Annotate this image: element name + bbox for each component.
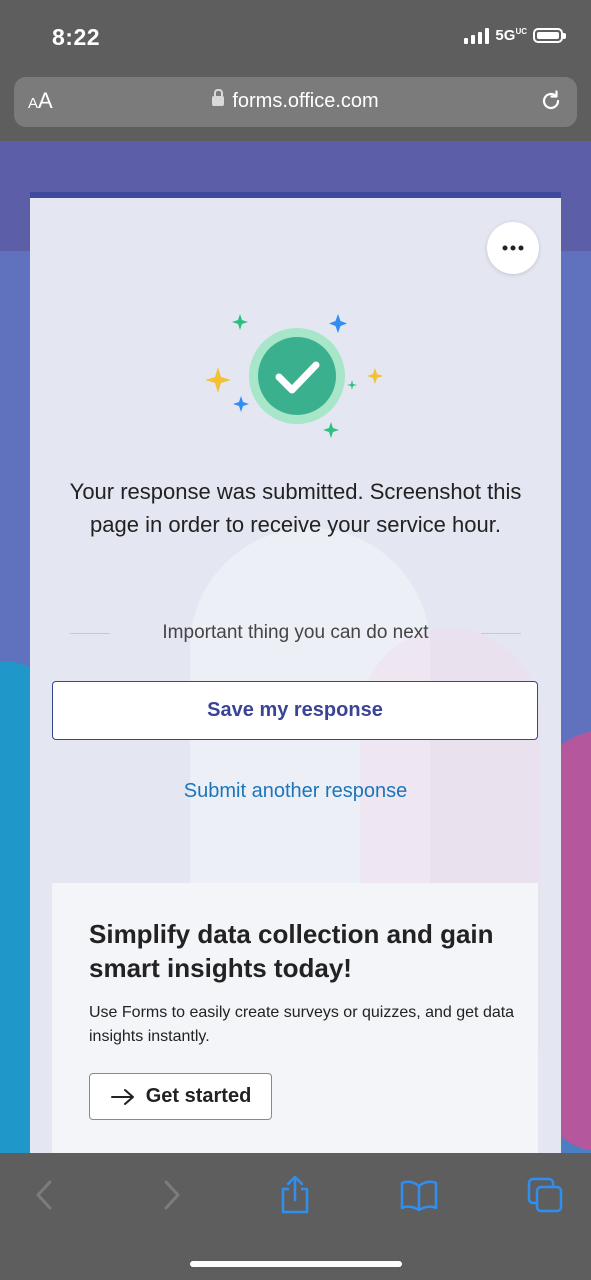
status-indicators: 5GUC [464,27,566,44]
status-time: 8:22 [52,24,101,50]
submit-another-link[interactable]: Submit another response [30,780,561,803]
next-steps-heading: Important thing you can do next [162,622,429,643]
response-card: Your response was submitted. Screenshot … [30,192,561,1153]
bookmarks-button[interactable] [399,1175,439,1215]
back-button[interactable] [24,1175,64,1215]
forward-button[interactable] [152,1175,192,1215]
bookmarks-icon [400,1180,438,1212]
url-text: forms.office.com [232,90,379,112]
url-field[interactable]: forms.office.com [14,88,577,113]
back-icon [36,1180,52,1210]
get-started-label: Get started [145,1085,252,1107]
get-started-button[interactable]: Get started [89,1073,272,1120]
forward-icon [164,1180,180,1210]
status-bar: 8:22 5GUC [0,0,591,76]
confirmation-message: Your response was submitted. Screenshot … [69,479,522,537]
more-options-button[interactable] [487,222,539,274]
lock-icon [212,88,225,106]
share-button[interactable] [275,1175,315,1215]
next-steps-divider: Important thing you can do next [70,622,521,644]
signal-icon [464,27,490,44]
success-check-icon [205,314,383,438]
promo-panel: Simplify data collection and gain smart … [52,883,538,1153]
page-background: Your response was submitted. Screenshot … [0,141,591,1153]
home-indicator [190,1261,402,1267]
promo-title: Simplify data collection and gain smart … [89,919,494,983]
tabs-button[interactable] [525,1175,565,1215]
share-icon [281,1175,309,1214]
network-label: 5GUC [495,27,527,44]
address-bar[interactable]: AA forms.office.com [14,77,577,127]
more-icon [502,245,524,251]
network-sup: UC [515,27,527,36]
reload-icon[interactable] [539,89,563,113]
save-response-button[interactable]: Save my response [52,681,538,740]
tabs-icon [527,1177,563,1213]
battery-icon [533,28,566,43]
arrow-right-icon [110,1088,134,1105]
promo-description: Use Forms to easily create surveys or qu… [89,1004,515,1045]
